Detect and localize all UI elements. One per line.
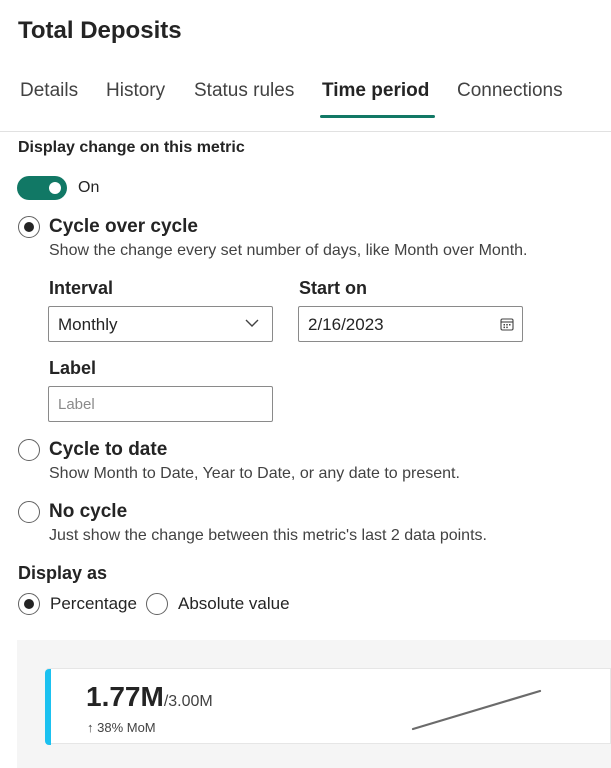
toggle-state-label: On	[78, 179, 100, 196]
tab-history[interactable]: History	[106, 80, 165, 102]
preview-area: 1.77M/3.00M ↑ 38% MoM	[17, 640, 611, 768]
display-change-toggle[interactable]	[17, 176, 67, 200]
no-cycle-title: No cycle	[49, 501, 128, 522]
start-on-label: Start on	[299, 278, 368, 298]
cycle-over-cycle-description: Show the change every set number of days…	[49, 242, 528, 259]
tab-bar: Details History Status rules Time period…	[0, 70, 611, 132]
interval-dropdown[interactable]: Monthly	[48, 306, 273, 342]
cycle-over-cycle-radio[interactable]	[18, 216, 40, 238]
start-on-value: 2/16/2023	[308, 315, 384, 334]
percentage-radio[interactable]	[18, 593, 40, 615]
metric-current-value: 1.77M	[86, 681, 164, 712]
metric-change: ↑ 38% MoM	[87, 720, 156, 735]
label-input[interactable]: Label	[48, 386, 273, 422]
calendar-icon[interactable]	[500, 317, 514, 331]
tab-status-rules[interactable]: Status rules	[194, 80, 294, 102]
metric-preview-card: 1.77M/3.00M ↑ 38% MoM	[45, 668, 611, 745]
label-field-label: Label	[49, 358, 97, 378]
display-as-label: Display as	[18, 563, 108, 583]
absolute-value-label: Absolute value	[178, 594, 290, 613]
interval-value: Monthly	[58, 315, 118, 334]
start-on-date-input[interactable]: 2/16/2023	[298, 306, 523, 342]
interval-label: Interval	[49, 278, 114, 298]
page-title: Total Deposits	[18, 17, 182, 44]
no-cycle-radio[interactable]	[18, 501, 40, 523]
label-input-placeholder: Label	[58, 396, 95, 413]
active-tab-indicator	[320, 115, 435, 118]
card-accent-bar	[45, 669, 51, 745]
no-cycle-description: Just show the change between this metric…	[49, 527, 487, 544]
cycle-over-cycle-title: Cycle over cycle	[49, 216, 198, 237]
percentage-label: Percentage	[50, 594, 137, 613]
display-change-label: Display change on this metric	[18, 139, 245, 156]
absolute-value-radio[interactable]	[146, 593, 168, 615]
metric-value: 1.77M/3.00M	[86, 681, 213, 713]
toggle-knob	[49, 182, 61, 194]
cycle-to-date-description: Show Month to Date, Year to Date, or any…	[49, 465, 460, 482]
tab-connections[interactable]: Connections	[457, 80, 563, 102]
tab-time-period[interactable]: Time period	[322, 80, 429, 102]
cycle-to-date-title: Cycle to date	[49, 439, 168, 460]
cycle-to-date-radio[interactable]	[18, 439, 40, 461]
metric-target-value: /3.00M	[163, 693, 213, 710]
tab-details[interactable]: Details	[20, 80, 78, 102]
trend-sparkline	[411, 689, 542, 731]
chevron-down-icon	[245, 319, 259, 327]
